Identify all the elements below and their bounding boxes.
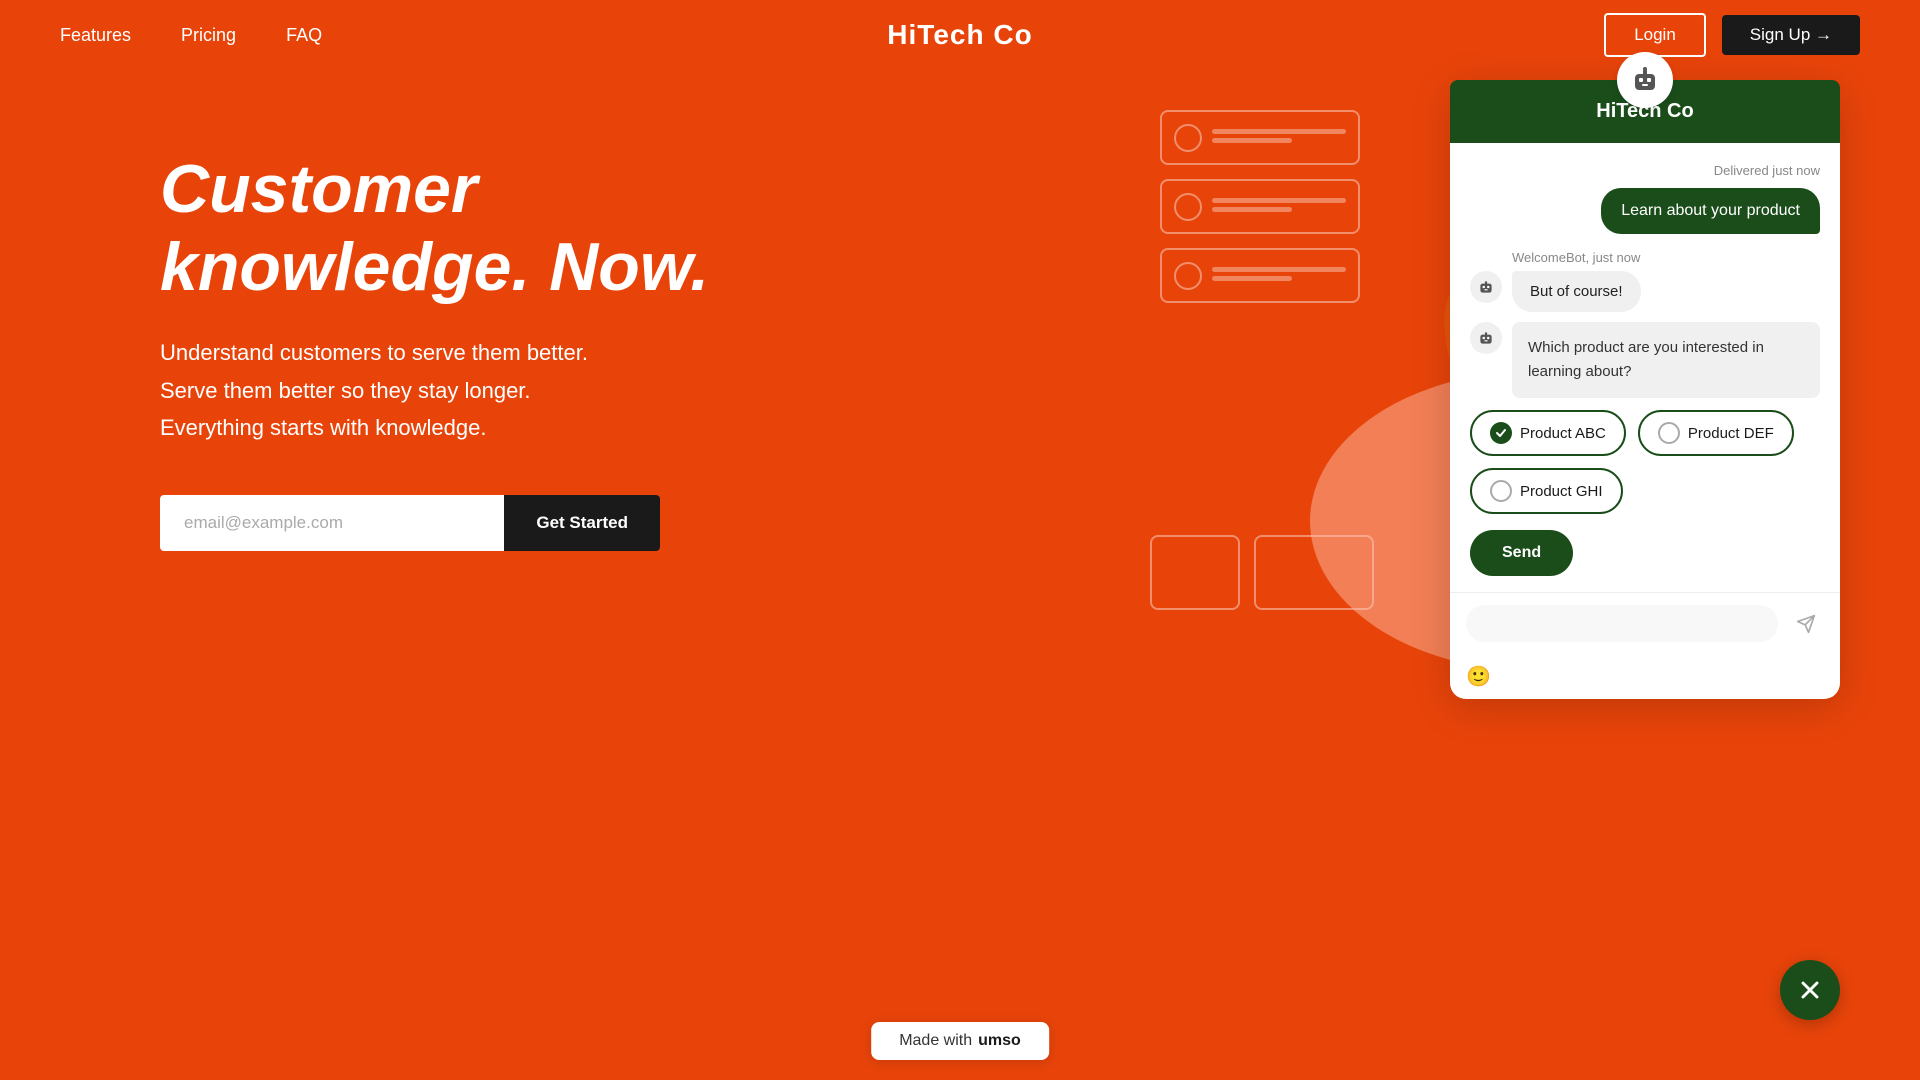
hero-heading: Customer knowledge. Now.: [160, 150, 860, 306]
chat-input[interactable]: [1466, 605, 1778, 642]
user-bubble: Learn about your product: [1601, 188, 1820, 234]
ill-card-2: [1160, 179, 1360, 234]
option-abc-label: Product ABC: [1520, 425, 1606, 442]
chat-body: Delivered just now Learn about your prod…: [1450, 143, 1840, 592]
hero-form: Get Started: [160, 495, 660, 551]
bot-icon-2: [1470, 322, 1502, 354]
nav-faq[interactable]: FAQ: [286, 25, 322, 46]
signup-button[interactable]: Sign Up →: [1722, 15, 1860, 55]
email-input[interactable]: [160, 495, 504, 551]
options-row-2: Product GHI: [1470, 468, 1820, 514]
bot-reply-bubble: But of course!: [1512, 271, 1641, 312]
bot-icon: [1470, 271, 1502, 303]
bot-question-bubble: Which product are you interested in lear…: [1512, 322, 1820, 398]
send-button[interactable]: Send: [1470, 530, 1573, 576]
option-ghi-label: Product GHI: [1520, 483, 1603, 500]
site-logo: HiTech Co: [887, 19, 1032, 51]
ill-card-circle: [1174, 124, 1202, 152]
option-product-abc[interactable]: Product ABC: [1470, 410, 1626, 456]
brand-label: umso: [978, 1032, 1021, 1050]
chat-widget: HiTech Co Delivered just now Learn about…: [1450, 80, 1840, 699]
bot-question-row: Which product are you interested in lear…: [1470, 322, 1820, 398]
option-product-ghi[interactable]: Product GHI: [1470, 468, 1623, 514]
option-def-label: Product DEF: [1688, 425, 1774, 442]
chat-footer: 🙂: [1450, 654, 1840, 699]
bot-reply-row: But of course!: [1470, 271, 1820, 312]
ill-card-3: [1160, 248, 1360, 303]
options-row-1: Product ABC Product DEF: [1470, 410, 1820, 456]
nav-links: Features Pricing FAQ: [60, 25, 322, 46]
bot-sender: WelcomeBot, just now: [1512, 250, 1820, 265]
get-started-button[interactable]: Get Started: [504, 495, 660, 551]
footer-bar: Made with umso: [871, 1022, 1049, 1060]
chat-send-icon-button[interactable]: [1788, 606, 1824, 642]
hero-subtext: Understand customers to serve them bette…: [160, 334, 720, 446]
delivered-label: Delivered just now: [1470, 163, 1820, 178]
made-with-label: Made with: [899, 1032, 972, 1050]
option-product-def[interactable]: Product DEF: [1638, 410, 1794, 456]
chat-close-button[interactable]: [1780, 960, 1840, 1020]
check-icon: [1490, 422, 1512, 444]
product-options: Product ABC Product DEF Product GHI: [1470, 410, 1820, 514]
nav-actions: Login Sign Up →: [1604, 13, 1860, 57]
nav-features[interactable]: Features: [60, 25, 131, 46]
nav-pricing[interactable]: Pricing: [181, 25, 236, 46]
empty-circle-ghi: [1490, 480, 1512, 502]
ill-card-1: [1160, 110, 1360, 165]
empty-circle-def: [1658, 422, 1680, 444]
chat-bot-avatar: [1617, 52, 1673, 108]
chat-input-area: [1450, 592, 1840, 654]
ill-cards: [1160, 110, 1360, 317]
emoji-icon[interactable]: 🙂: [1466, 664, 1491, 689]
